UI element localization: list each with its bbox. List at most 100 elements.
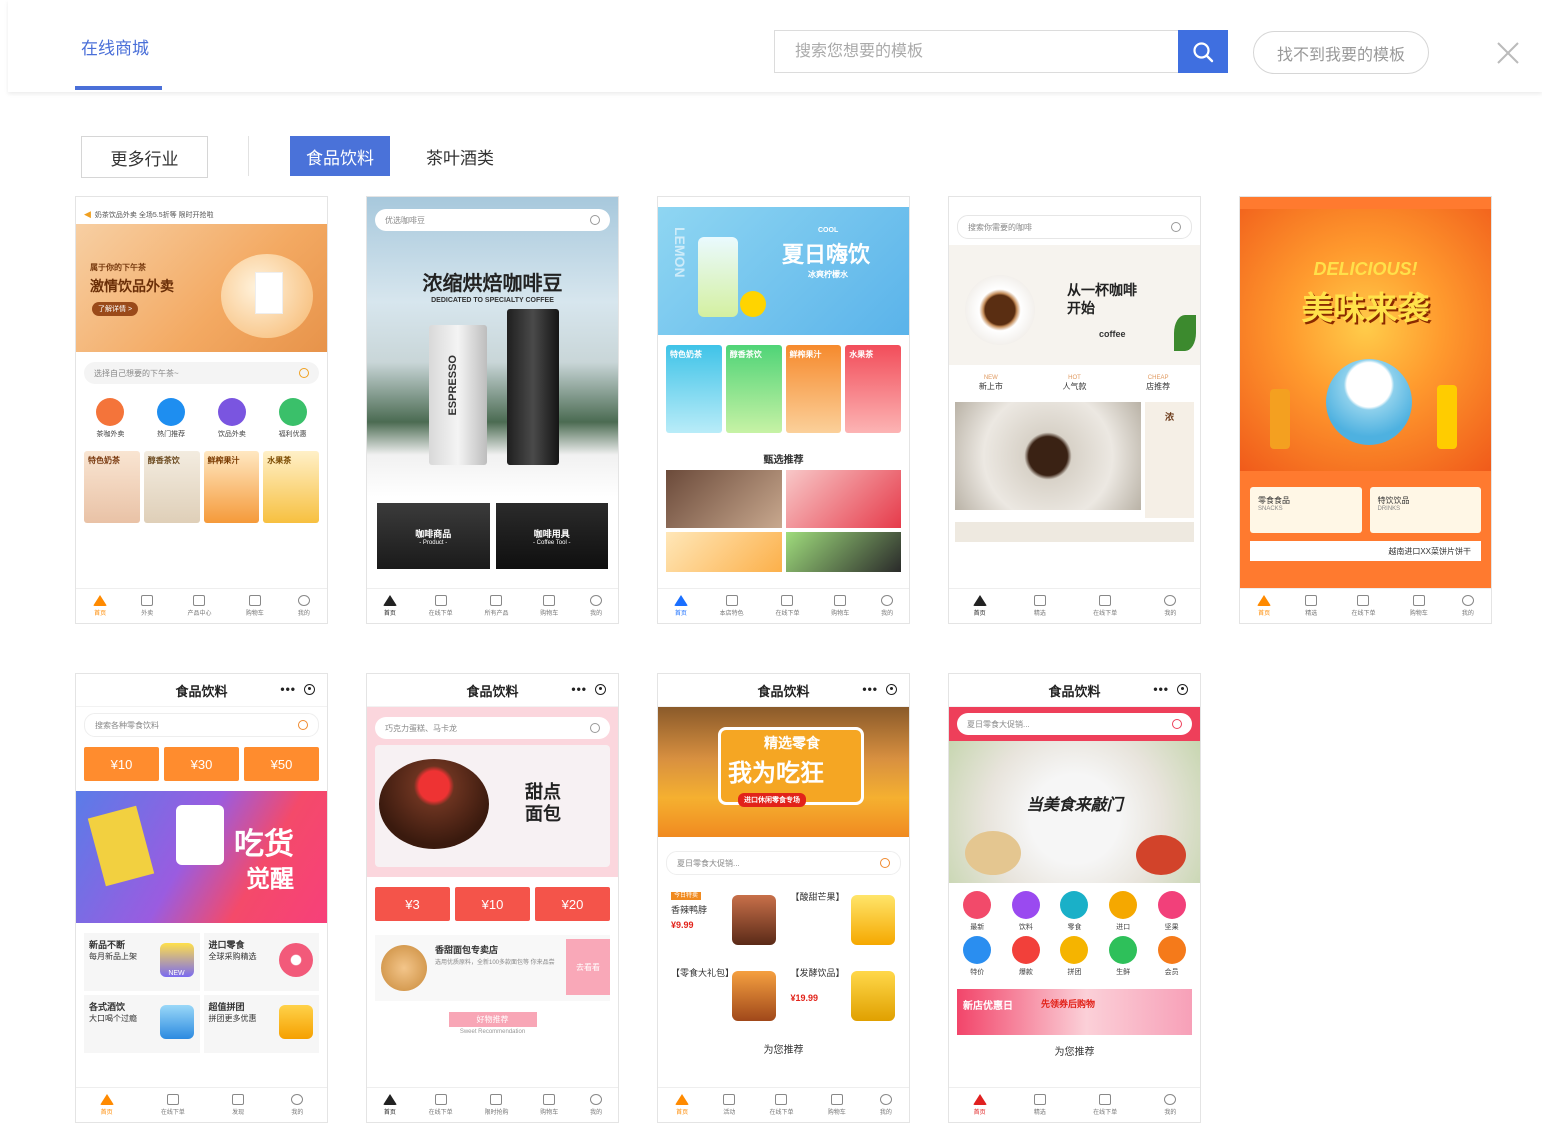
search-button[interactable] bbox=[1178, 30, 1228, 73]
category-icon: 生鲜 bbox=[1109, 936, 1138, 977]
lemon-image bbox=[740, 291, 766, 317]
cart-icon: 购物车 bbox=[828, 1094, 846, 1116]
product-item: 【酸甜芒果】 bbox=[785, 885, 901, 957]
grid-icon: 所有产品 bbox=[484, 595, 508, 617]
tag: NEW 新上市 bbox=[978, 375, 1003, 391]
template-card[interactable]: 优选咖啡豆 浓缩烘焙咖啡豆 DEDICATED TO SPECIALTY COF… bbox=[366, 196, 619, 624]
tab-bar: 首页 活动 在线下单 购物车 我的 bbox=[658, 1087, 909, 1122]
category-icon: 进口 bbox=[1109, 891, 1138, 932]
tag: HOT 人气款 bbox=[1062, 375, 1087, 391]
banner: 当美食来敲门 bbox=[949, 741, 1200, 883]
tab-bar: 首页 精选 在线下单 我的 bbox=[949, 588, 1200, 623]
search-bar: 夏日零食大促销... bbox=[666, 851, 901, 875]
template-card[interactable]: 食品饮料 ••• 精选零食 我为吃狂 进口休闲零食专场 夏日零食大促销... 今… bbox=[657, 673, 910, 1123]
search-box[interactable] bbox=[774, 30, 1178, 73]
order-icon: 在线下单 bbox=[775, 595, 799, 617]
tile: 水果茶 bbox=[845, 345, 901, 433]
order-icon: 在线下单 bbox=[161, 1094, 185, 1116]
search-hint: 夏日零食大促销... bbox=[677, 858, 740, 868]
search-bar: 巧克力蛋糕、马卡龙 bbox=[375, 717, 610, 739]
banner-subtitle: DELICIOUS! bbox=[1313, 259, 1418, 279]
banner-title: 浓缩烘焙咖啡豆 bbox=[422, 273, 563, 295]
tab-bar: 首页 精选 在线下单 购物车 我的 bbox=[1240, 588, 1491, 623]
product-item: 今日特卖 香辣鸭脖 ¥9.99 bbox=[666, 885, 782, 957]
order-icon: 在线下单 bbox=[1093, 595, 1117, 617]
tab-bar: 首页 外卖 产品中心 购物车 我的 bbox=[76, 588, 327, 623]
grid-icon: 发现 bbox=[232, 1094, 244, 1116]
product-image bbox=[666, 532, 782, 572]
search-bar: 优选咖啡豆 bbox=[375, 209, 610, 231]
home-icon: 首页 bbox=[673, 595, 688, 617]
phone-title: 食品饮料 bbox=[175, 683, 228, 699]
grid-icon: 精选 bbox=[1033, 1094, 1046, 1116]
lemonade-image bbox=[698, 237, 738, 317]
user-icon: 我的 bbox=[297, 595, 310, 617]
user-icon: 我的 bbox=[1461, 595, 1474, 617]
order-icon: 在线下单 bbox=[429, 595, 453, 617]
cart-icon: 购物车 bbox=[831, 595, 849, 617]
bottle-image bbox=[1437, 385, 1457, 449]
search-icon bbox=[1193, 41, 1214, 62]
tile: 醇香茶饮 bbox=[725, 345, 782, 433]
tab-bar: 首页 在线下单 限时抢购 购物车 我的 bbox=[367, 1087, 618, 1122]
template-card[interactable]: 食品饮料 ••• 搜索各种零食饮料 ¥10 ¥30 ¥50 吃货 觉醒 新品不断… bbox=[75, 673, 328, 1123]
product-grid bbox=[658, 470, 909, 572]
cant-find-template-button[interactable]: 找不到我要的模板 bbox=[1253, 31, 1429, 74]
promo-banner: 新店优惠日 先领券后购物 bbox=[957, 989, 1192, 1035]
target-icon bbox=[1177, 683, 1188, 695]
banner-subtitle: 冰爽柠檬水 bbox=[808, 270, 848, 279]
coffee-beans-image bbox=[955, 402, 1141, 510]
search-icon bbox=[880, 858, 890, 868]
search-bar: 搜索你需要的咖啡 bbox=[957, 215, 1192, 239]
coffee-cup-image bbox=[965, 275, 1035, 345]
category-box: 特饮饮品 DRINKS bbox=[1369, 487, 1481, 533]
category-icon: 坚果 bbox=[1157, 891, 1186, 932]
banner-small: COOL bbox=[818, 227, 839, 234]
gift-icon: 活动 bbox=[723, 1094, 735, 1116]
template-card[interactable]: DELICIOUS! 美味来袭 零食食品 SNACKS 特饮饮品 DRINKS 越南… bbox=[1239, 196, 1492, 624]
capsule-buttons: ••• bbox=[571, 682, 606, 696]
search-icon bbox=[299, 368, 309, 378]
banner-title: 夏日嗨饮 bbox=[782, 242, 871, 267]
close-icon[interactable] bbox=[1495, 40, 1521, 66]
category-food-drink[interactable]: 食品饮料 bbox=[290, 136, 390, 176]
search-bar: 夏日零食大促销... bbox=[957, 713, 1192, 735]
coupon: ¥30 bbox=[164, 747, 239, 781]
notice-bar: ◀ 奶茶饮品外卖 全场5.5折等 限时开抢啦 bbox=[76, 205, 327, 224]
banner: LEMON COOL 夏日嗨饮 冰爽柠檬水 bbox=[658, 207, 909, 335]
category-tea-wine[interactable]: 茶叶酒类 bbox=[426, 136, 494, 176]
coffee-bag-image: ESPRESSO bbox=[429, 325, 487, 465]
template-card[interactable]: 食品饮料 ••• 巧克力蛋糕、马卡龙 甜点面包 ¥3 ¥10 ¥20 香甜面包专… bbox=[366, 673, 619, 1123]
more-industries-button[interactable]: 更多行业 bbox=[81, 136, 208, 178]
capsule-buttons: ••• bbox=[862, 682, 897, 696]
category-icons: 特价 爆款 拼团 生鲜 会员 bbox=[949, 934, 1200, 985]
section-title: 甄选推荐 bbox=[763, 455, 804, 466]
snack-pack-image bbox=[87, 805, 155, 887]
search-hint: 选择自己想要的下午茶~ bbox=[94, 368, 179, 378]
search-icon bbox=[298, 720, 308, 730]
phone-title-bar: 食品饮料 ••• bbox=[949, 674, 1200, 707]
more-icon: ••• bbox=[571, 682, 587, 696]
category-icon: 爆款 bbox=[1011, 936, 1040, 977]
cart-icon: 购物车 bbox=[246, 595, 264, 617]
template-card[interactable]: ◀ 奶茶饮品外卖 全场5.5折等 限时开抢啦 属于你的下午茶 激情饮品外卖 了解… bbox=[75, 196, 328, 624]
tab-online-mall[interactable]: 在线商城 bbox=[81, 34, 149, 59]
tab-bar: 首页 在线下单 所有产品 购物车 我的 bbox=[367, 588, 618, 623]
banner: 优选咖啡豆 浓缩烘焙咖啡豆 DEDICATED TO SPECIALTY COF… bbox=[367, 197, 618, 497]
template-card[interactable]: 搜索你需要的咖啡 从一杯咖啡开始 coffee NEW 新上市 HOT 人气款 CH… bbox=[948, 196, 1201, 624]
category-icon: 零食 bbox=[1060, 891, 1089, 932]
template-card[interactable]: 食品饮料 ••• 夏日零食大促销... 当美食来敲门 最新 饮料 零食 进口 坚… bbox=[948, 673, 1201, 1123]
banner-title: 美味来袭 bbox=[1301, 290, 1430, 326]
search-icon bbox=[590, 215, 600, 225]
user-icon: 我的 bbox=[1164, 595, 1176, 617]
feature-item: 超值拼团 拼团更多优惠 bbox=[203, 995, 319, 1053]
target-icon bbox=[886, 683, 897, 695]
speaker-icon: ◀ bbox=[84, 209, 91, 219]
search-input[interactable] bbox=[793, 31, 1177, 73]
category-icon: 拼团 bbox=[1060, 936, 1089, 977]
cupcake-image bbox=[1326, 359, 1412, 445]
banner-title: 精选零食 bbox=[764, 735, 820, 751]
cart-icon: 购物车 bbox=[540, 595, 558, 617]
template-card[interactable]: LEMON COOL 夏日嗨饮 冰爽柠檬水 特色奶茶 醇香茶饮 鲜榨果汁 水果茶… bbox=[657, 196, 910, 624]
user-icon: 我的 bbox=[881, 595, 893, 617]
